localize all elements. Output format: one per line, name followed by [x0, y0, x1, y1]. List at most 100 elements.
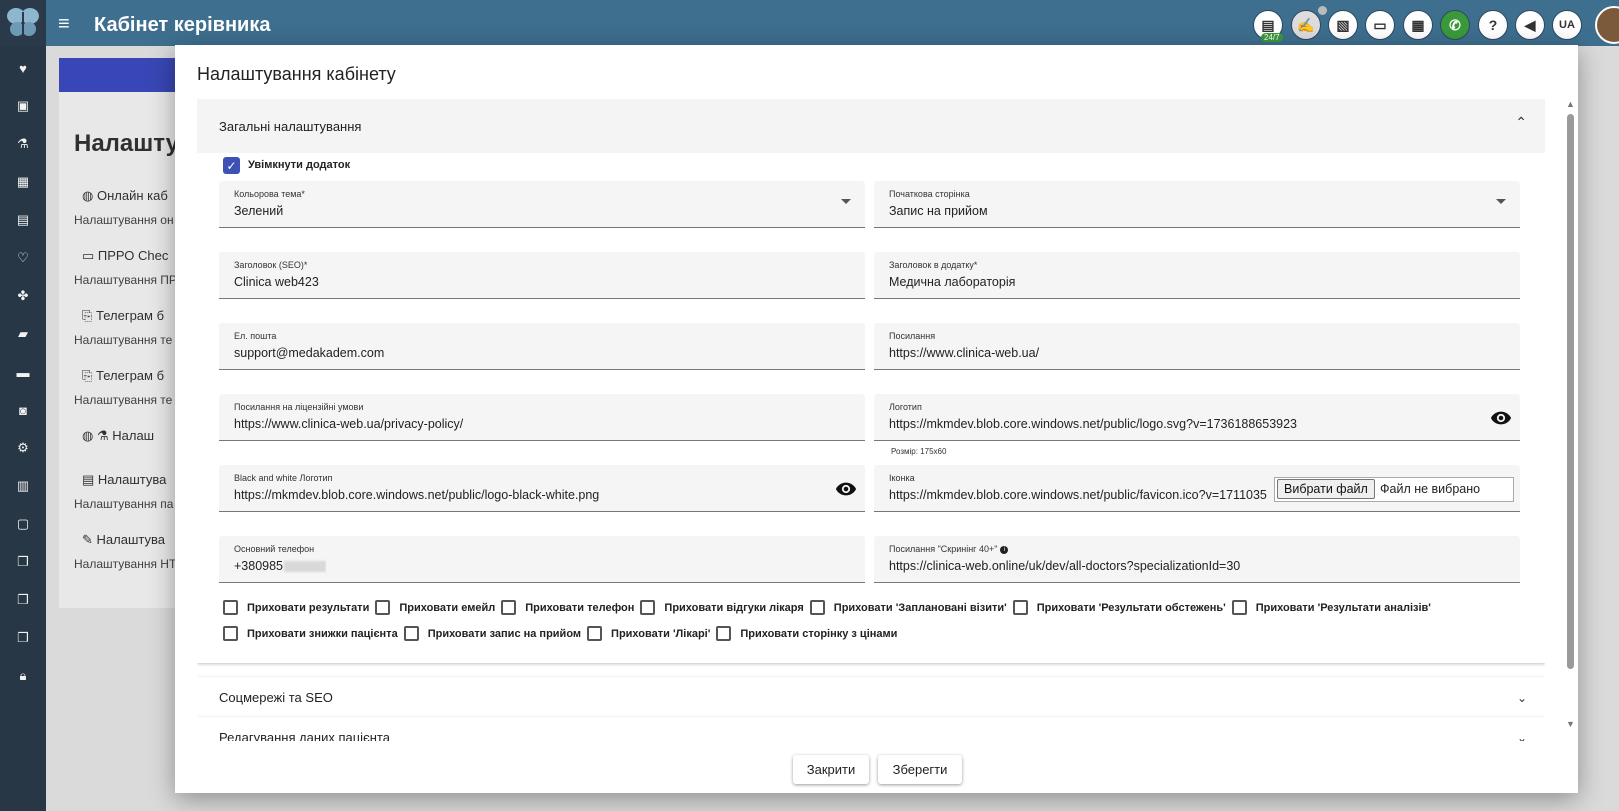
field-value: support@medakadem.com: [234, 346, 385, 360]
checkbox[interactable]: [223, 626, 238, 641]
hide-option[interactable]: Приховати знижки пацієнта: [223, 626, 398, 641]
modal-title: Налаштування кабінету: [197, 64, 396, 84]
checkbox-label: Приховати 'Результати обстежень': [1036, 601, 1226, 614]
modal-scroll-area[interactable]: Загальні налаштування ⌃ ✓ Увімкнути дода…: [197, 99, 1545, 741]
scroll-down-icon[interactable]: ▼: [1566, 719, 1575, 729]
eye-icon[interactable]: [835, 478, 857, 500]
field-label: Black and white Логотип: [234, 473, 333, 483]
checkbox-label: Приховати 'Лікарі': [611, 627, 711, 640]
scrollbar-thumb[interactable]: [1567, 114, 1574, 669]
hide-option[interactable]: Приховати сторінку з цінами: [716, 626, 897, 641]
chevron-up-icon[interactable]: ⌃: [1515, 114, 1527, 131]
butterfly-logo-icon[interactable]: [5, 4, 41, 40]
scroll-up-icon[interactable]: ▲: [1566, 99, 1575, 109]
field-label: Основний телефон: [234, 544, 315, 554]
checkbox[interactable]: [640, 600, 656, 615]
social-seo-section[interactable]: Соцмережі та SEO ⌄: [197, 677, 1545, 717]
hide-options-row-2: Приховати знижки пацієнта Приховати запи…: [223, 625, 903, 642]
hide-option[interactable]: Приховати 'Лікарі': [587, 626, 710, 641]
checkbox[interactable]: [1231, 600, 1247, 615]
calculator-icon[interactable]: ▦: [1403, 10, 1433, 40]
logo-size-hint: Розмір: 175x60: [891, 447, 947, 456]
favicon-field[interactable]: Іконка https://mkmdev.blob.core.windows.…: [874, 465, 1520, 512]
help-icon[interactable]: ?: [1478, 10, 1508, 40]
checkbox-label: Приховати 'Результати аналізів': [1255, 601, 1431, 614]
menu-icon[interactable]: ≡: [58, 13, 70, 36]
general-settings-header[interactable]: Загальні налаштування ⌃: [197, 99, 1545, 153]
field-value: Clinica web423: [234, 275, 319, 289]
theme-select[interactable]: Кольорова тема* Зелений: [219, 181, 865, 228]
enable-app-checkbox[interactable]: ✓: [223, 157, 240, 174]
hide-option[interactable]: Приховати телефон: [501, 600, 634, 615]
bw-logo-field[interactable]: Black and white Логотип https://mkmdev.b…: [219, 465, 865, 512]
checkbox-label: Приховати емейл: [399, 601, 496, 614]
eye-icon[interactable]: [1490, 407, 1512, 429]
hide-option[interactable]: Приховати 'Заплановані візити': [809, 600, 1007, 615]
credit-card-icon[interactable]: ▭: [1365, 10, 1395, 40]
field-label: Ел. пошта: [234, 331, 277, 341]
hide-option[interactable]: Приховати емейл: [375, 600, 495, 615]
save-button[interactable]: Зберегти: [878, 755, 962, 784]
screening-link-label: Посилання "Скринінг 40+": [889, 544, 998, 554]
hide-option[interactable]: Приховати 'Результати аналізів': [1231, 600, 1431, 615]
checkbox[interactable]: [223, 600, 238, 615]
checkbox[interactable]: [403, 626, 419, 641]
field-value: https://www.clinica-web.ua/privacy-polic…: [234, 417, 464, 431]
hide-option[interactable]: Приховати результати: [223, 600, 369, 615]
checkbox-label: Приховати 'Заплановані візити': [833, 601, 1007, 614]
email-field[interactable]: Ел. пошта support@medakadem.com: [219, 323, 865, 370]
section-title: Загальні налаштування: [219, 119, 362, 134]
field-label: Посилання: [889, 331, 936, 341]
field-value: +380985: [234, 559, 327, 573]
dropdown-arrow-icon[interactable]: [841, 199, 851, 204]
phone-field[interactable]: Основний телефон +380985: [219, 536, 865, 583]
field-label: Заголовок в додатку*: [889, 260, 978, 270]
checkbox[interactable]: [587, 626, 603, 641]
signature-icon[interactable]: ✍: [1291, 10, 1321, 40]
field-label: Посилання "Скринінг 40+" i: [889, 544, 1009, 554]
field-label: Кольорова тема*: [234, 189, 305, 199]
chevron-down-icon[interactable]: ⌄: [1517, 731, 1527, 741]
start-page-select[interactable]: Початкова сторінка Запис на прийом: [874, 181, 1520, 228]
checkbox[interactable]: [809, 600, 825, 615]
field-value: Запис на прийом: [889, 204, 988, 218]
checkbox[interactable]: [716, 626, 732, 641]
field-value: https://mkmdev.blob.core.windows.net/pub…: [234, 488, 600, 502]
enable-app-label: Увімкнути додаток: [248, 159, 351, 171]
field-value: https://mkmdev.blob.core.windows.net/pub…: [889, 488, 1267, 502]
close-button[interactable]: Закрити: [793, 755, 869, 784]
hide-option[interactable]: Приховати відгуки лікаря: [640, 600, 804, 615]
choose-file-button[interactable]: Вибрати файл: [1277, 479, 1375, 499]
modal-scrollbar[interactable]: ▲ ▼: [1565, 99, 1575, 731]
field-value: https://mkmdev.blob.core.windows.net/pub…: [889, 417, 1298, 431]
hide-option[interactable]: Приховати 'Результати обстежень': [1012, 600, 1226, 615]
megaphone-icon[interactable]: ◀: [1515, 10, 1545, 40]
phone-value: +380985: [234, 559, 284, 573]
phone-icon[interactable]: ✆: [1440, 10, 1470, 40]
hide-option[interactable]: Приховати запис на прийом: [403, 626, 581, 641]
pdf-icon[interactable]: ▧: [1328, 10, 1358, 40]
checkbox-label: Приховати знижки пацієнта: [247, 627, 398, 640]
chevron-down-icon[interactable]: ⌄: [1517, 691, 1527, 705]
file-status: Файл не вибрано: [1380, 482, 1481, 496]
field-value: https://clinica-web.online/uk/dev/all-do…: [889, 559, 1241, 573]
info-icon[interactable]: i: [1000, 545, 1009, 554]
checkbox[interactable]: [375, 600, 391, 615]
field-value: Медична лабораторія: [889, 275, 1016, 289]
seo-title-field[interactable]: Заголовок (SEO)* Clinica web423: [219, 252, 865, 299]
support-badge: 24/7: [1261, 33, 1283, 42]
checkbox[interactable]: [1012, 600, 1028, 615]
link-field[interactable]: Посилання https://www.clinica-web.ua/: [874, 323, 1520, 370]
field-value: https://www.clinica-web.ua/: [889, 346, 1040, 360]
logo-field[interactable]: Логотип https://mkmdev.blob.core.windows…: [874, 394, 1520, 441]
checkbox[interactable]: [501, 600, 517, 615]
app-title-field[interactable]: Заголовок в додатку* Медична лабораторія: [874, 252, 1520, 299]
patient-data-section[interactable]: Редагування даних пацієнта ⌄: [197, 717, 1545, 741]
field-label: Початкова сторінка: [889, 189, 970, 199]
screening-link-field[interactable]: Посилання "Скринінг 40+" i https://clinic…: [874, 536, 1520, 583]
notification-dot: [1318, 6, 1327, 15]
license-link-field[interactable]: Посилання на ліцензійні умови https://ww…: [219, 394, 865, 441]
language-switch[interactable]: UA: [1552, 10, 1582, 40]
dropdown-arrow-icon[interactable]: [1496, 199, 1506, 204]
section-title: Соцмережі та SEO: [219, 690, 333, 705]
